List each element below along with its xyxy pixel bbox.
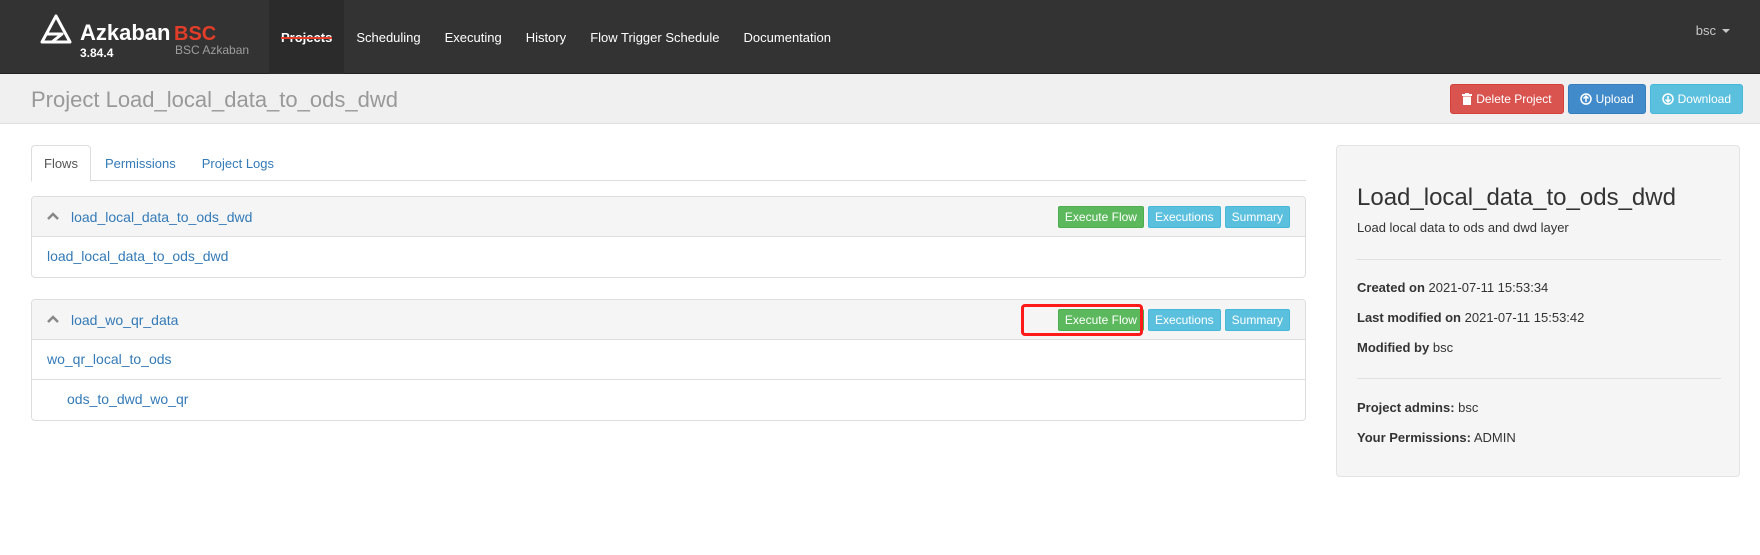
permissions-label: Your Permissions: xyxy=(1357,430,1471,445)
upload-label: Upload xyxy=(1595,92,1634,106)
info-description: Load local data to ods and dwd layer xyxy=(1357,220,1569,235)
job-link[interactable]: load_local_data_to_ods_dwd xyxy=(47,248,228,264)
nav-history[interactable]: History xyxy=(514,0,578,74)
job-link[interactable]: ods_to_dwd_wo_qr xyxy=(67,391,188,407)
page-title: Project Load_local_data_to_ods_dwd xyxy=(31,87,398,112)
flow-panel-heading: load_local_data_to_ods_dwd Execute Flow … xyxy=(32,197,1305,237)
flow-name-link[interactable]: load_local_data_to_ods_dwd xyxy=(71,209,252,225)
delete-project-label: Delete Project xyxy=(1476,92,1552,106)
flow-actions: Execute Flow Executions Summary xyxy=(1057,309,1290,331)
brand-name: Azkaban xyxy=(80,20,171,45)
executions-button[interactable]: Executions xyxy=(1147,206,1221,228)
flow-name-link[interactable]: load_wo_qr_data xyxy=(71,312,178,328)
execute-flow-button[interactable]: Execute Flow xyxy=(1057,206,1144,228)
trash-icon xyxy=(1462,93,1473,105)
nav-documentation[interactable]: Documentation xyxy=(732,0,843,74)
your-permissions: Your Permissions: ADMIN xyxy=(1357,430,1516,445)
execute-flow-button[interactable]: Execute Flow xyxy=(1057,309,1144,331)
info-title: Load_local_data_to_ods_dwd xyxy=(1357,184,1676,211)
modified-by-label: Modified by xyxy=(1357,340,1430,355)
top-navbar: Azkaban BSC 3.84.4 BSC Azkaban Projects … xyxy=(0,0,1760,74)
upload-button[interactable]: Upload xyxy=(1567,84,1646,114)
brand-subtitle: BSC Azkaban xyxy=(175,43,250,57)
flow-panel: load_wo_qr_data Execute Flow Executions … xyxy=(31,299,1306,421)
project-header: Project Load_local_data_to_ods_dwd Delet… xyxy=(0,74,1760,124)
executions-button[interactable]: Executions xyxy=(1147,309,1221,331)
job-row: load_local_data_to_ods_dwd xyxy=(32,237,1305,277)
delete-project-button[interactable]: Delete Project xyxy=(1450,84,1564,114)
flow-actions: Execute Flow Executions Summary xyxy=(1057,206,1290,228)
job-row: wo_qr_local_to_ods xyxy=(32,340,1305,380)
project-tabs: Flows Permissions Project Logs xyxy=(31,145,1306,182)
created-label: Created on xyxy=(1357,280,1425,295)
created-on: Created on 2021-07-11 15:53:34 xyxy=(1357,280,1548,295)
job-link[interactable]: wo_qr_local_to_ods xyxy=(47,351,172,367)
permissions-value: ADMIN xyxy=(1473,430,1516,445)
admins-value: bsc xyxy=(1458,400,1479,415)
modified-label: Last modified on xyxy=(1357,310,1461,325)
modified-value: 2021-07-11 15:53:42 xyxy=(1464,310,1585,325)
brand-version: 3.84.4 xyxy=(80,46,114,60)
caret-down-icon xyxy=(1722,29,1730,33)
azkaban-logo-icon xyxy=(40,14,72,44)
download-label: Download xyxy=(1677,92,1731,106)
divider xyxy=(1357,259,1721,260)
flow-panel-heading: load_wo_qr_data Execute Flow Executions … xyxy=(32,300,1305,340)
tab-permissions[interactable]: Permissions xyxy=(93,145,188,181)
tab-flows[interactable]: Flows xyxy=(31,145,91,182)
nav-flow-trigger-schedule[interactable]: Flow Trigger Schedule xyxy=(578,0,731,74)
tab-project-logs[interactable]: Project Logs xyxy=(190,145,286,181)
user-name: bsc xyxy=(1695,22,1716,38)
created-value: 2021-07-11 15:53:34 xyxy=(1428,280,1549,295)
project-actions: Delete Project Upload Download xyxy=(1450,84,1743,114)
flow-panel: load_local_data_to_ods_dwd Execute Flow … xyxy=(31,196,1306,278)
job-row: ods_to_dwd_wo_qr xyxy=(32,380,1305,420)
last-modified-on: Last modified on 2021-07-11 15:53:42 xyxy=(1357,310,1584,325)
chevron-up-icon[interactable] xyxy=(46,211,60,221)
nav-scheduling[interactable]: Scheduling xyxy=(344,0,432,74)
download-button[interactable]: Download xyxy=(1649,84,1743,114)
admins-label: Project admins: xyxy=(1357,400,1455,415)
nav-projects[interactable]: Projects xyxy=(269,0,345,74)
project-admins: Project admins: bsc xyxy=(1357,400,1478,415)
download-icon xyxy=(1661,93,1674,105)
chevron-up-icon[interactable] xyxy=(46,314,60,324)
main-nav: Projects Scheduling Executing History Fl… xyxy=(269,0,843,74)
modified-by-value: bsc xyxy=(1432,340,1454,355)
nav-executing[interactable]: Executing xyxy=(433,0,514,74)
divider xyxy=(1357,378,1721,379)
summary-button[interactable]: Summary xyxy=(1224,309,1290,331)
project-info-card: Load_local_data_to_ods_dwd Load local da… xyxy=(1336,145,1740,477)
user-menu[interactable]: bsc xyxy=(1696,0,1730,60)
summary-button[interactable]: Summary xyxy=(1224,206,1290,228)
upload-icon xyxy=(1579,93,1592,105)
modified-by: Modified by bsc xyxy=(1357,340,1453,355)
